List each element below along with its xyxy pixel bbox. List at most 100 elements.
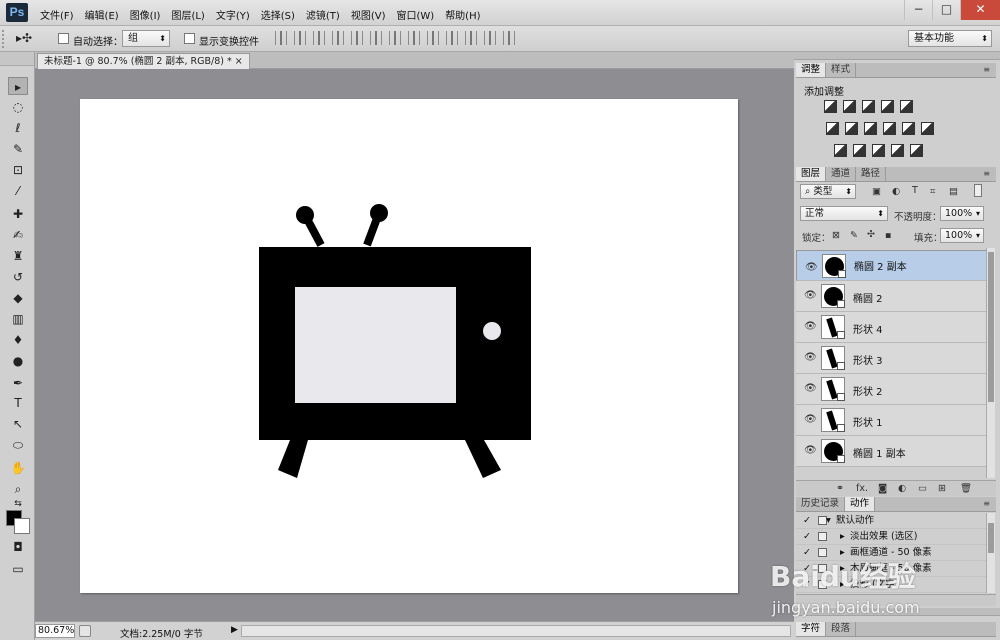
marquee-tool-icon[interactable]: ◌: [8, 98, 28, 116]
layer-name[interactable]: 椭圆 2 副本: [854, 260, 907, 275]
dodge-tool-icon[interactable]: ●: [8, 352, 28, 370]
tab-paragraph[interactable]: 段落: [826, 622, 857, 636]
tab-paths[interactable]: 路径: [856, 167, 887, 181]
checkmark-icon[interactable]: ✓: [803, 513, 811, 528]
filter-toggle[interactable]: [974, 184, 982, 197]
hue-saturation-icon[interactable]: [826, 122, 839, 135]
distribute-top-icon[interactable]: [389, 31, 401, 45]
maximize-button[interactable]: □: [932, 0, 960, 20]
show-transform-checkbox[interactable]: [184, 33, 195, 44]
actions-scroll-thumb[interactable]: [988, 523, 994, 553]
link-layers-icon[interactable]: ⚭: [836, 483, 844, 494]
filter-type-icon[interactable]: T: [912, 185, 918, 196]
eye-icon[interactable]: 👁: [804, 414, 817, 425]
distribute-right-icon[interactable]: [484, 31, 496, 45]
crop-tool-icon[interactable]: ⊡: [8, 161, 28, 179]
layer-name[interactable]: 椭圆 1 副本: [853, 445, 906, 460]
fill-field[interactable]: 100% ▾: [940, 228, 984, 243]
lock-transparent-icon[interactable]: ⊠: [832, 230, 840, 241]
ellipse-tool-icon[interactable]: ⬭: [8, 436, 28, 454]
pen-tool-icon[interactable]: ✒: [8, 374, 28, 392]
checkmark-icon[interactable]: ✓: [803, 529, 811, 544]
layer-row[interactable]: 👁 形状 4: [796, 312, 988, 343]
expand-arrow-icon[interactable]: ▸: [840, 529, 845, 544]
panel-menu-icon[interactable]: ≡: [983, 499, 990, 508]
menu-window[interactable]: 窗口(W): [396, 7, 434, 22]
layer-name[interactable]: 形状 2: [853, 383, 883, 398]
layer-name[interactable]: 椭圆 2: [853, 290, 883, 305]
tab-character[interactable]: 字符: [796, 622, 827, 636]
status-info-icon[interactable]: [79, 625, 91, 637]
lasso-tool-icon[interactable]: ℓ: [8, 119, 28, 137]
clone-stamp-tool-icon[interactable]: ♜: [8, 247, 28, 265]
tab-history[interactable]: 历史记录: [796, 497, 846, 511]
history-brush-tool-icon[interactable]: ↺: [8, 268, 28, 286]
minimize-button[interactable]: −: [904, 0, 932, 20]
layer-fx-button[interactable]: fx.: [856, 483, 868, 494]
horizontal-scrollbar[interactable]: [241, 625, 791, 637]
filter-smart-object-icon[interactable]: ▤: [949, 186, 958, 197]
panel-menu-icon[interactable]: ≡: [983, 65, 990, 74]
black-white-icon[interactable]: [864, 122, 877, 135]
menu-type[interactable]: 文字(Y): [216, 7, 250, 22]
delete-layer-icon[interactable]: 🗑: [960, 483, 972, 494]
distribute-vcenter-icon[interactable]: [408, 31, 420, 45]
channel-mixer-icon[interactable]: [902, 122, 915, 135]
layer-row[interactable]: 👁 椭圆 2: [796, 281, 988, 312]
menu-filter[interactable]: 滤镜(T): [306, 7, 340, 22]
menu-select[interactable]: 选择(S): [261, 7, 295, 22]
brightness-icon[interactable]: [824, 100, 837, 113]
status-menu-arrow-icon[interactable]: ▶: [231, 625, 238, 635]
posterize-icon[interactable]: [853, 144, 866, 157]
move-tool-icon[interactable]: ▸: [8, 77, 28, 95]
close-tab-icon[interactable]: ×: [235, 56, 243, 67]
layer-filter-dropdown[interactable]: ⌕ 类型 ⬍: [800, 184, 856, 199]
align-bottom-icon[interactable]: [313, 31, 325, 45]
dock-collapse-bar[interactable]: [794, 52, 1000, 60]
opacity-field[interactable]: 100% ▾: [940, 206, 984, 221]
eraser-tool-icon[interactable]: ◆: [8, 289, 28, 307]
healing-brush-tool-icon[interactable]: ✚: [8, 205, 28, 223]
layers-scrollbar[interactable]: [986, 248, 995, 478]
dialog-toggle-icon[interactable]: [818, 532, 827, 541]
expand-arrow-icon[interactable]: ▾: [826, 513, 831, 528]
workspace-dropdown[interactable]: 基本功能 ⬍: [908, 30, 992, 47]
close-button[interactable]: ✕: [960, 0, 1000, 20]
gradient-tool-icon[interactable]: ▥: [8, 310, 28, 328]
layer-name[interactable]: 形状 3: [853, 352, 883, 367]
action-row[interactable]: ✓ ▾ 默认动作: [796, 513, 988, 529]
eye-icon[interactable]: 👁: [804, 321, 817, 332]
lock-all-icon[interactable]: ▪: [885, 230, 891, 241]
menu-help[interactable]: 帮助(H): [445, 7, 480, 22]
align-vcenter-icon[interactable]: [294, 31, 306, 45]
brush-tool-icon[interactable]: ✍: [8, 226, 28, 244]
tab-adjustments[interactable]: 调整: [796, 63, 827, 77]
panel-menu-icon[interactable]: ≡: [983, 169, 990, 178]
vibrance-icon[interactable]: [900, 100, 913, 113]
auto-select-dropdown[interactable]: 组 ⬍: [122, 30, 170, 47]
layer-row[interactable]: 👁 椭圆 1 副本: [796, 436, 988, 467]
distribute-bottom-icon[interactable]: [427, 31, 439, 45]
distribute-left-icon[interactable]: [446, 31, 458, 45]
threshold-icon[interactable]: [872, 144, 885, 157]
blend-mode-dropdown[interactable]: 正常 ⬍: [800, 206, 888, 221]
selective-color-icon[interactable]: [891, 144, 904, 157]
align-right-icon[interactable]: [370, 31, 382, 45]
options-grip[interactable]: [2, 30, 6, 48]
distribute-hcenter-icon[interactable]: [465, 31, 477, 45]
document-canvas[interactable]: [80, 99, 738, 593]
eye-icon[interactable]: 👁: [805, 260, 818, 275]
photo-filter-icon[interactable]: [883, 122, 896, 135]
zoom-field[interactable]: 80.67%: [35, 624, 75, 638]
background-color-swatch[interactable]: [14, 518, 30, 534]
tab-styles[interactable]: 样式: [826, 63, 857, 77]
curves-icon[interactable]: [862, 100, 875, 113]
filter-shape-icon[interactable]: ⌗: [930, 186, 935, 197]
invert-icon[interactable]: [834, 144, 847, 157]
path-select-tool-icon[interactable]: ↖: [8, 415, 28, 433]
blur-tool-icon[interactable]: ♦: [8, 331, 28, 349]
menu-layer[interactable]: 图层(L): [171, 7, 204, 22]
eyedropper-tool-icon[interactable]: ⁄: [8, 182, 28, 200]
layer-row[interactable]: 👁 形状 2: [796, 374, 988, 405]
layers-scroll-thumb[interactable]: [988, 252, 994, 402]
